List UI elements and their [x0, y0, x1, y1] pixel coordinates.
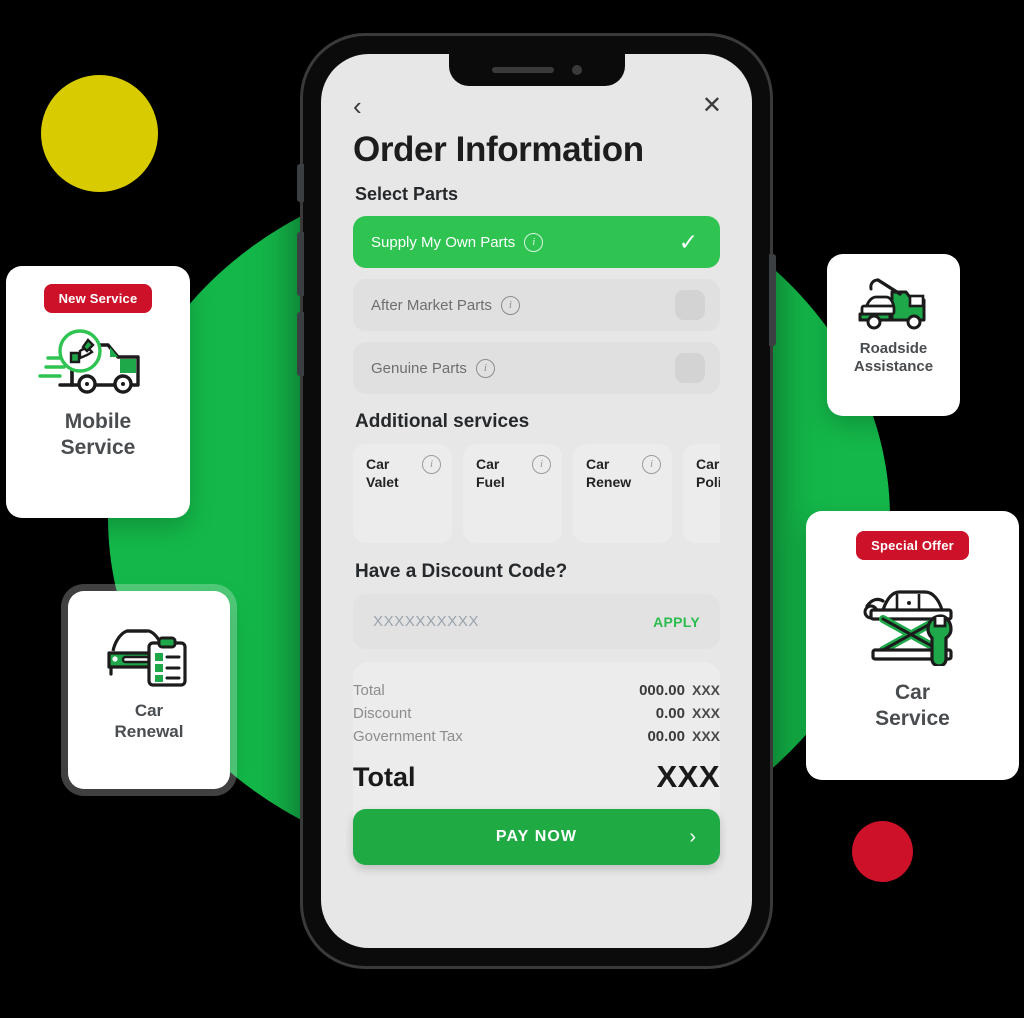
phone-volume-up-button[interactable]: [297, 232, 304, 296]
phone-notch: [448, 54, 625, 86]
select-parts-heading: Select Parts: [355, 184, 459, 204]
discount-code-field[interactable]: XXXXXXXXXX APPLY: [353, 594, 720, 649]
chevron-right-icon: ›: [689, 825, 696, 848]
totals-row-value: 000.00: [639, 682, 685, 699]
discount-code-input[interactable]: XXXXXXXXXX: [373, 613, 479, 630]
totals-row-government-tax: Government Tax 00.00 XXX: [353, 728, 720, 745]
phone-screen: ‹ ✕ Order Information Select Parts Suppl…: [321, 54, 752, 948]
service-card-car-fuel[interactable]: Car Fuel i: [463, 444, 562, 543]
car-service-card[interactable]: Special Offer Car Service: [806, 511, 1019, 780]
grand-total-row: Total XXX: [353, 759, 720, 795]
mobile-service-truck-icon: [38, 327, 158, 399]
phone-volume-down-button[interactable]: [297, 312, 304, 376]
additional-services-heading: Additional services: [355, 411, 530, 432]
roadside-assistance-card[interactable]: Roadside Assistance: [827, 254, 960, 416]
totals-row-currency: XXX: [691, 728, 720, 744]
totals-row-value: 0.00: [655, 705, 685, 722]
additional-services-strip[interactable]: Car Valet i Car Fuel i Car Renew i Car P…: [353, 444, 720, 543]
pay-now-button[interactable]: PAY NOW ›: [353, 809, 720, 865]
part-option-toggle[interactable]: [675, 353, 705, 383]
car-checklist-icon: [101, 615, 197, 687]
mobile-service-card-label: Mobile Service: [60, 410, 136, 459]
service-card-line1: Car: [696, 456, 720, 472]
pay-now-label: PAY NOW: [495, 828, 578, 845]
service-card-car-polish[interactable]: Car Polish i: [683, 444, 720, 543]
car-renewal-card[interactable]: Car Renewal: [68, 591, 230, 789]
car-renewal-card-label: Car Renewal: [114, 701, 184, 741]
front-camera-icon: [571, 65, 582, 75]
info-icon[interactable]: i: [642, 455, 661, 474]
service-card-line2: Fuel: [476, 473, 505, 490]
yellow-circle-decoration: [41, 75, 158, 192]
grand-total-label: Total: [353, 761, 416, 792]
tow-truck-icon: [852, 274, 936, 332]
totals-row-currency: XXX: [691, 705, 720, 721]
page-title: Order Information: [353, 130, 644, 169]
chevron-left-icon[interactable]: ‹: [353, 93, 362, 119]
info-icon[interactable]: i: [422, 455, 441, 474]
service-card-line2: Valet: [366, 473, 399, 490]
part-option-label: Genuine Parts: [371, 359, 467, 377]
info-icon[interactable]: i: [532, 455, 551, 474]
part-option-supply-my-own[interactable]: Supply My Own Parts i ✓: [353, 216, 720, 268]
earpiece-speaker-icon: [491, 67, 554, 73]
new-service-badge: New Service: [43, 284, 153, 313]
screen-top-bar: ‹ ✕: [321, 93, 752, 120]
totals-panel: Total 000.00 XXX Discount 0.00 XXX Governm…: [353, 662, 720, 865]
totals-row-label: Total: [353, 682, 385, 699]
phone-silent-switch[interactable]: [297, 164, 304, 202]
special-offer-badge: Special Offer: [856, 531, 969, 560]
totals-row-discount: Discount 0.00 XXX: [353, 705, 720, 722]
car-lift-wrench-icon: [857, 576, 969, 666]
red-circle-decoration: [852, 821, 913, 882]
totals-row-label: Government Tax: [353, 728, 463, 745]
totals-row-total: Total 000.00 XXX: [353, 682, 720, 699]
discount-heading: Have a Discount Code?: [355, 561, 568, 582]
service-card-car-renew[interactable]: Car Renew i: [573, 444, 672, 543]
roadside-assistance-card-label: Roadside Assistance: [853, 340, 934, 376]
close-icon[interactable]: ✕: [702, 94, 722, 118]
grand-total-value: XXX: [656, 759, 720, 794]
totals-row-label: Discount: [353, 705, 412, 722]
info-icon[interactable]: i: [524, 232, 544, 252]
service-card-car-valet[interactable]: Car Valet i: [353, 444, 452, 543]
phone-power-button[interactable]: [769, 254, 776, 346]
totals-row-currency: XXX: [691, 682, 720, 698]
screen-content: Order Information Select Parts Supply My…: [321, 130, 752, 948]
info-icon[interactable]: i: [500, 295, 520, 315]
apply-button[interactable]: APPLY: [653, 614, 700, 630]
phone-mockup: ‹ ✕ Order Information Select Parts Suppl…: [297, 36, 776, 966]
totals-row-value: 00.00: [647, 728, 685, 745]
mobile-service-card[interactable]: New Service Mobile Service: [6, 266, 190, 518]
check-icon: ✓: [678, 228, 698, 255]
part-option-label: After Market Parts: [371, 296, 492, 314]
part-option-genuine[interactable]: Genuine Parts i: [353, 342, 720, 394]
info-icon[interactable]: i: [475, 358, 495, 378]
part-option-after-market[interactable]: After Market Parts i: [353, 279, 720, 331]
illustration-stage: ‹ ✕ Order Information Select Parts Suppl…: [0, 0, 1024, 1018]
part-option-toggle[interactable]: [675, 290, 705, 320]
service-card-line2: Renew: [586, 473, 632, 490]
service-card-line2: Polish: [696, 473, 720, 490]
car-service-card-label: Car Service: [875, 681, 950, 730]
part-option-label: Supply My Own Parts: [371, 233, 516, 251]
